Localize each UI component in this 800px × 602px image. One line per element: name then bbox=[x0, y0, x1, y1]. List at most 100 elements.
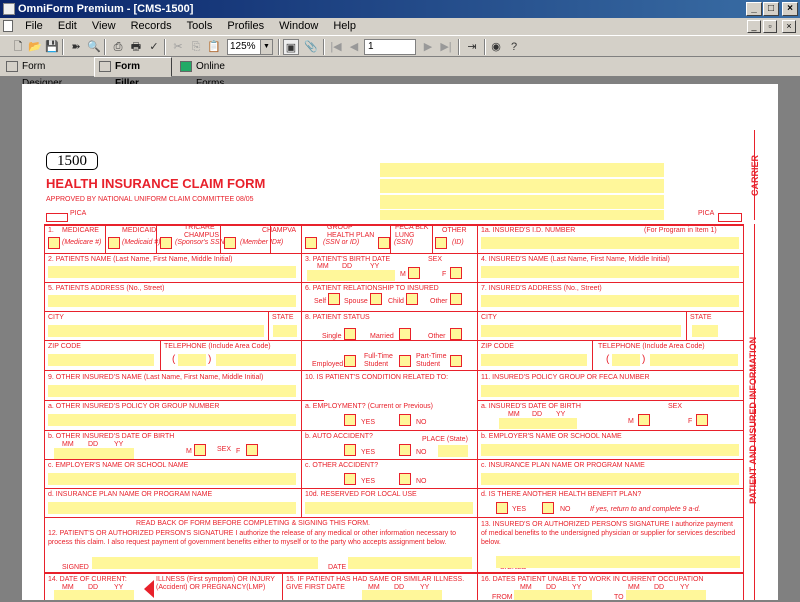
page-number-input[interactable]: 1 bbox=[364, 39, 416, 55]
local-use-field[interactable] bbox=[305, 502, 473, 514]
insured-birth-date-field[interactable] bbox=[499, 418, 577, 429]
next-page-icon[interactable]: ▶ bbox=[420, 39, 436, 55]
help-icon[interactable]: ? bbox=[506, 39, 522, 55]
group-checkbox[interactable] bbox=[305, 237, 317, 249]
zoom-select[interactable]: 125% ▼ bbox=[227, 39, 273, 55]
insured-id-field[interactable] bbox=[481, 237, 739, 249]
carrier-city-field[interactable] bbox=[380, 210, 664, 220]
carrier-name-field[interactable] bbox=[380, 163, 664, 177]
fulltime-checkbox[interactable] bbox=[399, 355, 411, 367]
first-date-field[interactable] bbox=[362, 590, 442, 600]
another-plan-yes-checkbox[interactable] bbox=[496, 502, 508, 514]
employed-checkbox[interactable] bbox=[344, 355, 356, 367]
other-insured-name-field[interactable] bbox=[48, 385, 296, 397]
save-icon[interactable]: 💾 bbox=[44, 39, 60, 55]
insured-plan-field[interactable] bbox=[481, 473, 739, 485]
mdi-close-button[interactable]: × bbox=[782, 20, 796, 33]
insured-zip-field[interactable] bbox=[481, 354, 587, 366]
close-button[interactable]: × bbox=[782, 2, 798, 16]
first-page-icon[interactable]: |◀ bbox=[328, 39, 344, 55]
tab-form-designer[interactable]: Form Designer bbox=[2, 58, 86, 89]
patient-phone-field[interactable] bbox=[216, 354, 296, 366]
menu-view[interactable]: View bbox=[86, 18, 122, 35]
patient-area-code-field[interactable] bbox=[178, 354, 206, 366]
another-plan-no-checkbox[interactable] bbox=[542, 502, 554, 514]
new-icon[interactable]: 🗋 bbox=[10, 39, 26, 55]
tricare-checkbox[interactable] bbox=[160, 237, 172, 249]
tab-online-forms[interactable]: Online Forms bbox=[176, 58, 260, 89]
insured-sex-m-checkbox[interactable] bbox=[638, 414, 650, 426]
feca-checkbox[interactable] bbox=[378, 237, 390, 249]
menu-tools[interactable]: Tools bbox=[181, 18, 219, 35]
insured-address-field[interactable] bbox=[481, 295, 739, 307]
copy-icon[interactable]: ⎘ bbox=[188, 39, 204, 55]
single-checkbox[interactable] bbox=[344, 328, 356, 340]
other-status-checkbox[interactable] bbox=[450, 328, 462, 340]
mdi-minimize-button[interactable]: _ bbox=[747, 20, 761, 33]
menu-profiles[interactable]: Profiles bbox=[221, 18, 270, 35]
other-accident-yes-checkbox[interactable] bbox=[344, 473, 356, 485]
minimize-button[interactable]: _ bbox=[746, 2, 762, 16]
medicaid-checkbox[interactable] bbox=[108, 237, 120, 249]
other-birth-date-field[interactable] bbox=[54, 448, 134, 459]
other-rel-checkbox[interactable] bbox=[450, 293, 462, 305]
auto-no-checkbox[interactable] bbox=[399, 444, 411, 456]
employment-no-checkbox[interactable] bbox=[399, 414, 411, 426]
menu-edit[interactable]: Edit bbox=[52, 18, 83, 35]
insured-sex-f-checkbox[interactable] bbox=[696, 414, 708, 426]
patient-signature-date-field[interactable] bbox=[348, 557, 472, 569]
menu-records[interactable]: Records bbox=[125, 18, 178, 35]
insured-area-code-field[interactable] bbox=[612, 354, 640, 366]
menu-help[interactable]: Help bbox=[327, 18, 362, 35]
last-page-icon[interactable]: ▶| bbox=[438, 39, 454, 55]
insured-signature-field[interactable] bbox=[496, 556, 740, 568]
spouse-checkbox[interactable] bbox=[370, 293, 382, 305]
print-icon[interactable]: ⎙ bbox=[110, 39, 126, 55]
web-icon[interactable]: ◉ bbox=[488, 39, 504, 55]
other-policy-field[interactable] bbox=[48, 414, 296, 426]
fit-page-icon[interactable]: ▣ bbox=[283, 39, 299, 55]
child-checkbox[interactable] bbox=[406, 293, 418, 305]
chevron-down-icon[interactable]: ▼ bbox=[260, 40, 272, 54]
patient-city-field[interactable] bbox=[48, 325, 264, 337]
carrier-address2-field[interactable] bbox=[380, 195, 664, 209]
insured-state-field[interactable] bbox=[692, 325, 718, 337]
other-employer-field[interactable] bbox=[48, 473, 296, 485]
insured-phone-field[interactable] bbox=[650, 354, 738, 366]
insured-name-field[interactable] bbox=[481, 266, 739, 278]
prev-page-icon[interactable]: ◀ bbox=[346, 39, 362, 55]
attach-icon[interactable]: 📎 bbox=[303, 39, 319, 55]
find-icon[interactable]: 🔍 bbox=[86, 39, 102, 55]
insured-city-field[interactable] bbox=[481, 325, 681, 337]
route-icon[interactable]: ➽ bbox=[68, 39, 84, 55]
menu-file[interactable]: File bbox=[19, 18, 49, 35]
other-checkbox[interactable] bbox=[435, 237, 447, 249]
auto-yes-checkbox[interactable] bbox=[344, 444, 356, 456]
document-icon[interactable] bbox=[3, 20, 13, 32]
self-checkbox[interactable] bbox=[328, 293, 340, 305]
carrier-address-field[interactable] bbox=[380, 179, 664, 193]
paste-icon[interactable]: 📋 bbox=[206, 39, 222, 55]
insured-policy-field[interactable] bbox=[481, 385, 739, 397]
other-sex-f-checkbox[interactable] bbox=[246, 444, 258, 456]
patient-sex-f-checkbox[interactable] bbox=[450, 267, 462, 279]
patient-birth-date-field[interactable] bbox=[307, 270, 395, 281]
other-accident-no-checkbox[interactable] bbox=[399, 473, 411, 485]
insured-employer-field[interactable] bbox=[481, 444, 739, 456]
parttime-checkbox[interactable] bbox=[450, 355, 462, 367]
cut-icon[interactable]: ✂ bbox=[170, 39, 186, 55]
patient-signature-field[interactable] bbox=[92, 557, 318, 569]
tab-form-filler[interactable]: Form Filler bbox=[94, 57, 172, 89]
current-illness-date-field[interactable] bbox=[54, 590, 134, 600]
goto-icon[interactable]: ⇥ bbox=[464, 39, 480, 55]
unable-to-field[interactable] bbox=[626, 590, 706, 600]
maximize-button[interactable]: □ bbox=[763, 2, 779, 16]
employment-yes-checkbox[interactable] bbox=[344, 414, 356, 426]
patient-state-field[interactable] bbox=[273, 325, 297, 337]
unable-from-field[interactable] bbox=[514, 590, 592, 600]
other-plan-field[interactable] bbox=[48, 502, 296, 514]
medicare-checkbox[interactable] bbox=[48, 237, 60, 249]
patient-sex-m-checkbox[interactable] bbox=[408, 267, 420, 279]
champva-checkbox[interactable] bbox=[224, 237, 236, 249]
preview-icon[interactable]: 🖶 bbox=[128, 39, 144, 55]
